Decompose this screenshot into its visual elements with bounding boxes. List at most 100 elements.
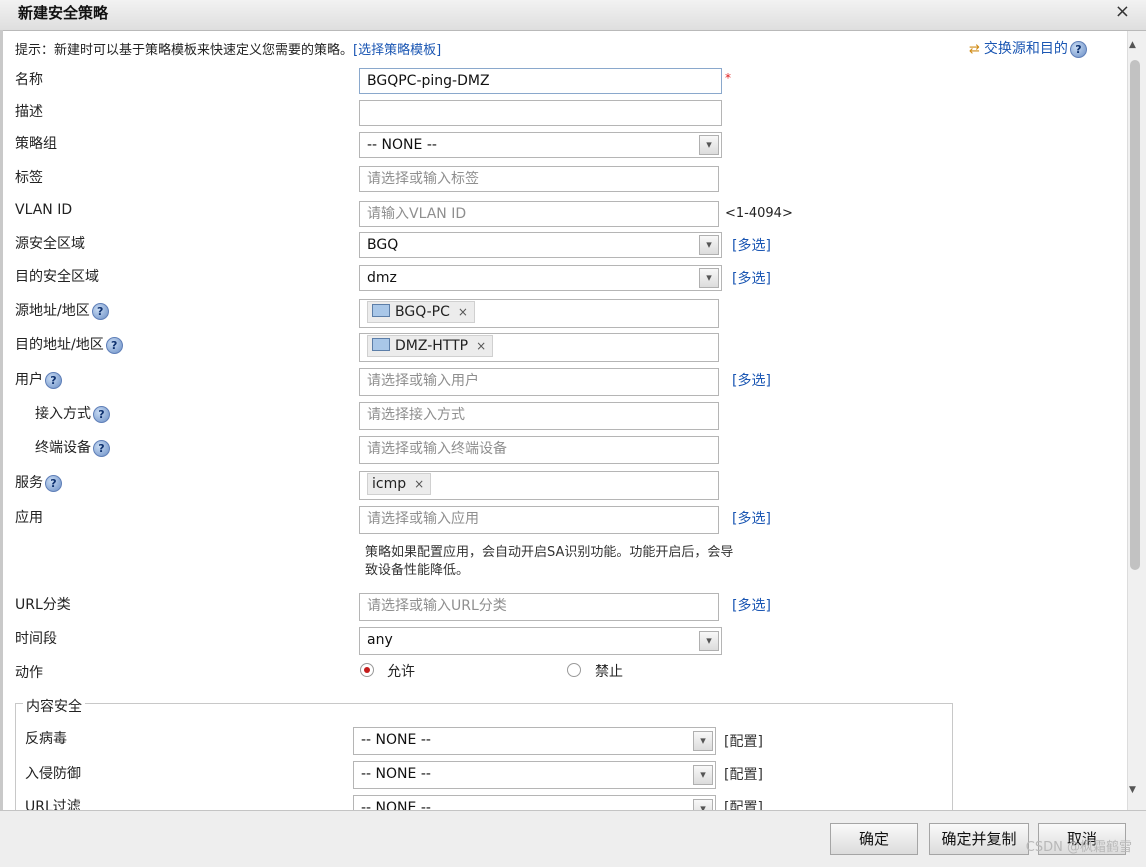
schedule-label: 时间段 bbox=[15, 631, 57, 647]
ips-label: 入侵防御 bbox=[25, 766, 81, 782]
chevron-down-icon[interactable]: ▾ bbox=[699, 268, 719, 288]
destination-address-input[interactable]: DMZ-HTTP × bbox=[359, 333, 719, 362]
scroll-down-icon[interactable]: ▼ bbox=[1129, 785, 1136, 795]
remove-chip-icon[interactable]: × bbox=[476, 339, 486, 353]
service-label-text: 服务 bbox=[15, 475, 43, 491]
tip-text: 提示：新建时可以基于策略模板来快速定义您需要的策略。 bbox=[15, 43, 354, 58]
dialog-footer: 确定 确定并复制 取消 CSDN @枫霜鹤雪 bbox=[0, 810, 1146, 867]
service-input[interactable]: icmp × bbox=[359, 471, 719, 500]
source-address-label-text: 源地址/地区 bbox=[15, 303, 90, 319]
choose-template-link[interactable]: [选择策略模板] bbox=[353, 43, 441, 58]
swap-source-destination-link[interactable]: ⇄ 交换源和目的? bbox=[969, 38, 1087, 58]
computer-icon bbox=[372, 337, 390, 351]
action-allow-radio[interactable] bbox=[360, 663, 374, 677]
destination-address-label: 目的地址/地区? bbox=[15, 334, 123, 354]
schedule-value: any bbox=[367, 632, 393, 648]
source-zone-label: 源安全区域 bbox=[15, 236, 85, 252]
scroll-up-icon[interactable]: ▲ bbox=[1129, 40, 1136, 50]
url-filter-config-link[interactable]: [配置] bbox=[724, 797, 763, 810]
antivirus-value: -- NONE -- bbox=[361, 732, 431, 748]
vlan-range-hint: <1-4094> bbox=[725, 206, 793, 221]
help-icon[interactable]: ? bbox=[1069, 40, 1087, 58]
terminal-device-input[interactable]: 请选择或输入终端设备 bbox=[359, 436, 719, 464]
policy-group-value: -- NONE -- bbox=[367, 137, 437, 153]
vlan-id-input[interactable]: 请输入VLAN ID bbox=[359, 201, 719, 227]
access-method-label-text: 接入方式 bbox=[35, 406, 91, 422]
ok-and-copy-button[interactable]: 确定并复制 bbox=[929, 823, 1029, 855]
content-security-group bbox=[15, 703, 953, 810]
application-multi-select[interactable]: [多选] bbox=[732, 508, 771, 528]
name-input[interactable]: BGQPC-ping-DMZ bbox=[359, 68, 722, 94]
destination-address-chip-label: DMZ-HTTP bbox=[395, 338, 469, 354]
source-address-label: 源地址/地区? bbox=[15, 300, 109, 320]
url-filter-label: URL过滤 bbox=[25, 799, 81, 810]
help-icon[interactable]: ? bbox=[93, 439, 110, 457]
dialog-content: 提示：新建时可以基于策略模板来快速定义您需要的策略。[选择策略模板] ⇄ 交换源和… bbox=[3, 31, 1127, 810]
chevron-down-icon[interactable]: ▾ bbox=[699, 631, 719, 651]
user-label: 用户? bbox=[15, 369, 62, 389]
close-icon[interactable]: × bbox=[1115, 1, 1130, 22]
chevron-down-icon[interactable]: ▾ bbox=[699, 135, 719, 155]
help-icon[interactable]: ? bbox=[45, 371, 62, 389]
ips-value: -- NONE -- bbox=[361, 766, 431, 782]
remove-chip-icon[interactable]: × bbox=[458, 305, 468, 319]
swap-icon: ⇄ bbox=[969, 42, 980, 57]
url-filter-select[interactable]: -- NONE -- ▾ bbox=[353, 795, 716, 810]
source-address-chip-label: BGQ-PC bbox=[395, 304, 450, 320]
action-label: 动作 bbox=[15, 665, 43, 681]
antivirus-select[interactable]: -- NONE -- ▾ bbox=[353, 727, 716, 755]
action-deny-label[interactable]: 禁止 bbox=[595, 661, 623, 681]
description-label: 描述 bbox=[15, 104, 43, 120]
action-deny-radio[interactable] bbox=[567, 663, 581, 677]
url-category-multi-select[interactable]: [多选] bbox=[732, 595, 771, 615]
scrollbar-thumb[interactable] bbox=[1130, 60, 1140, 570]
vlan-id-label: VLAN ID bbox=[15, 202, 73, 218]
remove-chip-icon[interactable]: × bbox=[414, 477, 424, 491]
tip: 提示：新建时可以基于策略模板来快速定义您需要的策略。[选择策略模板] bbox=[15, 39, 441, 58]
dialog-titlebar: 新建安全策略 × bbox=[0, 0, 1146, 31]
source-zone-multi-select[interactable]: [多选] bbox=[732, 235, 771, 255]
help-icon[interactable]: ? bbox=[91, 302, 109, 320]
destination-address-label-text: 目的地址/地区 bbox=[15, 337, 104, 353]
destination-address-chip: DMZ-HTTP × bbox=[367, 335, 494, 357]
antivirus-config-link[interactable]: [配置] bbox=[724, 731, 763, 751]
source-zone-value: BGQ bbox=[367, 237, 399, 253]
chevron-down-icon[interactable]: ▾ bbox=[693, 799, 713, 810]
policy-group-label: 策略组 bbox=[15, 136, 57, 152]
name-label: 名称 bbox=[15, 72, 43, 88]
chevron-down-icon[interactable]: ▾ bbox=[699, 235, 719, 255]
user-multi-select[interactable]: [多选] bbox=[732, 370, 771, 390]
chevron-down-icon[interactable]: ▾ bbox=[693, 731, 713, 751]
policy-group-select[interactable]: -- NONE -- ▾ bbox=[359, 132, 722, 158]
chevron-down-icon[interactable]: ▾ bbox=[693, 765, 713, 785]
user-label-text: 用户 bbox=[15, 372, 43, 388]
application-input[interactable]: 请选择或输入应用 bbox=[359, 506, 719, 534]
swap-label: 交换源和目的 bbox=[983, 41, 1068, 57]
destination-zone-value: dmz bbox=[367, 270, 397, 286]
destination-zone-label: 目的安全区域 bbox=[15, 269, 99, 285]
access-method-input[interactable]: 请选择接入方式 bbox=[359, 402, 719, 430]
source-address-input[interactable]: BGQ-PC × bbox=[359, 299, 719, 328]
watermark: CSDN @枫霜鹤雪 bbox=[1025, 840, 1132, 855]
source-zone-select[interactable]: BGQ ▾ bbox=[359, 232, 722, 258]
required-mark: * bbox=[725, 71, 731, 85]
schedule-select[interactable]: any ▾ bbox=[359, 627, 722, 655]
dialog-title: 新建安全策略 bbox=[18, 4, 109, 22]
service-label: 服务? bbox=[15, 472, 62, 492]
destination-zone-multi-select[interactable]: [多选] bbox=[732, 268, 771, 288]
terminal-device-label-text: 终端设备 bbox=[35, 440, 91, 456]
ok-button[interactable]: 确定 bbox=[830, 823, 918, 855]
help-icon[interactable]: ? bbox=[93, 405, 110, 423]
description-input[interactable] bbox=[359, 100, 722, 126]
action-allow-label[interactable]: 允许 bbox=[387, 661, 415, 681]
destination-zone-select[interactable]: dmz ▾ bbox=[359, 265, 722, 291]
ips-select[interactable]: -- NONE -- ▾ bbox=[353, 761, 716, 789]
computer-icon bbox=[372, 303, 390, 317]
ips-config-link[interactable]: [配置] bbox=[724, 764, 763, 784]
url-category-input[interactable]: 请选择或输入URL分类 bbox=[359, 593, 719, 621]
tag-input[interactable]: 请选择或输入标签 bbox=[359, 166, 719, 192]
user-input[interactable]: 请选择或输入用户 bbox=[359, 368, 719, 396]
help-icon[interactable]: ? bbox=[45, 474, 62, 492]
antivirus-label: 反病毒 bbox=[25, 731, 67, 747]
help-icon[interactable]: ? bbox=[105, 336, 123, 354]
